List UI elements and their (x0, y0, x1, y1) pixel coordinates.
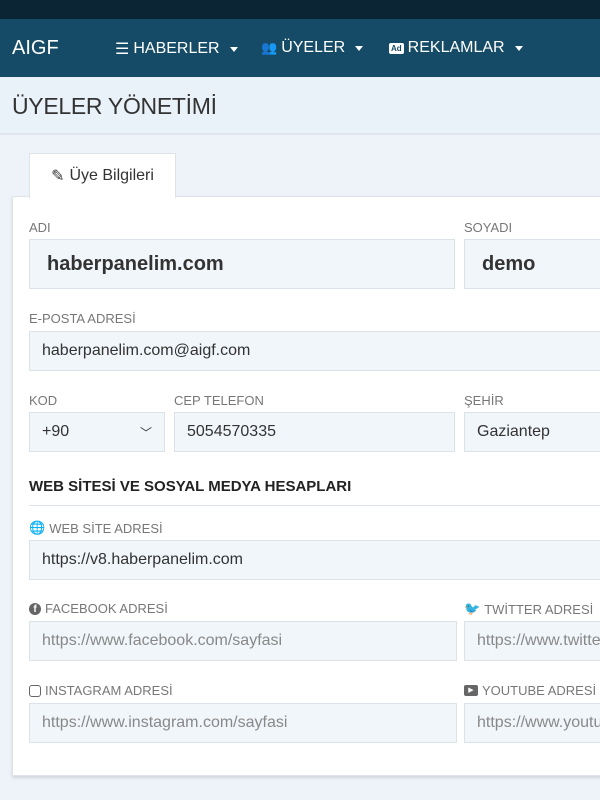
cep-input[interactable]: 5054570335 (174, 412, 455, 452)
nav-haberler[interactable]: ☰ HABERLER (115, 39, 238, 59)
brand-logo[interactable]: AIGF (12, 37, 59, 60)
twitter-label: 🐦 TWİTTER ADRESİ (464, 601, 594, 617)
sehir-select[interactable]: Gaziantep (464, 412, 600, 452)
caret-down-icon (229, 46, 238, 52)
twitter-icon: 🐦 (464, 601, 481, 616)
youtube-label: ▶ YOUTUBE ADRESİ (464, 683, 596, 698)
list-icon: ☰ (115, 41, 130, 58)
browser-top-bar (0, 0, 600, 19)
page-title: ÜYELER YÖNETİMİ (12, 93, 217, 119)
soyadi-label: SOYADI (464, 220, 513, 235)
pencil-icon: ✎ (51, 168, 65, 185)
cep-label: CEP TELEFON (174, 393, 264, 408)
nav-reklamlar[interactable]: Ad REKLAMLAR (389, 39, 523, 57)
facebook-input[interactable]: https://www.facebook.com/sayfasi (29, 621, 457, 661)
nav-uyeler[interactable]: 👥 ÜYELER (261, 39, 364, 57)
users-icon: 👥 (261, 40, 278, 55)
email-input[interactable]: haberpanelim.com@aigf.com (29, 331, 600, 371)
section-heading: WEB SİTESİ VE SOSYAL MEDYA HESAPLARI (29, 478, 352, 495)
youtube-input[interactable]: https://www.youtube.com/sayfasi (464, 703, 600, 743)
kod-label: KOD (29, 393, 58, 408)
sehir-label: ŞEHİR (464, 393, 504, 408)
caret-down-icon (514, 45, 523, 51)
divider (29, 505, 600, 506)
facebook-icon: f (29, 602, 41, 615)
page-header: ÜYELER YÖNETİMİ (0, 77, 600, 135)
soyadi-input[interactable]: demo (464, 239, 600, 289)
instagram-input[interactable]: https://www.instagram.com/sayfasi (29, 703, 457, 743)
adi-label: ADI (29, 220, 51, 235)
instagram-label: INSTAGRAM ADRESİ (29, 683, 173, 698)
web-label: 🌐 WEB SİTE ADRESİ (29, 520, 163, 536)
adi-input[interactable]: haberpanelim.com (29, 239, 455, 289)
kod-select[interactable]: +90 ﹀ (29, 412, 165, 452)
chevron-down-icon: ﹀ (139, 425, 152, 440)
instagram-icon (29, 684, 41, 697)
twitter-input[interactable]: https://www.twitter.com/sayfasi (464, 621, 600, 661)
web-input[interactable]: https://v8.haberpanelim.com (29, 540, 600, 580)
ad-icon: Ad (389, 42, 404, 54)
facebook-label: f FACEBOOK ADRESİ (29, 601, 168, 616)
globe-icon: 🌐 (29, 520, 46, 535)
navbar: AIGF ☰ HABERLER 👥 ÜYELER Ad REKLAMLAR (0, 19, 600, 77)
youtube-icon: ▶ (464, 685, 478, 696)
tab-uye-bilgileri[interactable]: ✎ Üye Bilgileri (29, 153, 176, 198)
email-label: E-POSTA ADRESİ (29, 311, 136, 326)
caret-down-icon (355, 45, 364, 51)
